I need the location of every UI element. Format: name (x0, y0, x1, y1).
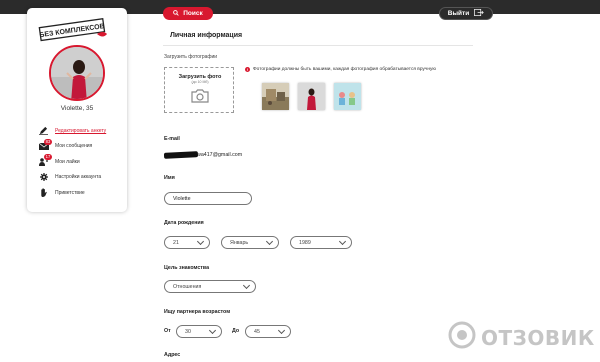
address-label: Адрес (164, 352, 181, 358)
upload-box-subtitle: (до 10 Мб) (191, 80, 209, 84)
sidebar-item-likes[interactable]: 17 Мои лайки (38, 154, 126, 170)
profile-name: Violette, 35 (60, 105, 94, 112)
sidebar-item-label: Мои лайки (55, 158, 80, 165)
search-label: Поиск (183, 10, 203, 17)
birth-date-label: Дата рождения (164, 220, 204, 226)
birth-month-value: Январь (230, 239, 249, 246)
sidebar-item-label: Мои сообщения (55, 143, 93, 150)
age-from-value: 30 (185, 328, 191, 335)
chevron-down-icon (277, 326, 286, 334)
birth-year-select[interactable]: 1989 (290, 236, 352, 249)
watermark: ОТЗОВИК (447, 320, 595, 355)
chevron-down-icon (208, 326, 217, 334)
email-redaction (163, 151, 199, 159)
chevron-down-icon (338, 237, 347, 245)
upload-photo-box[interactable]: Загрузить фото (до 10 Мб) (164, 67, 234, 113)
dating-goal-select[interactable]: Отношения (164, 280, 256, 293)
like-icon: 17 (38, 154, 52, 166)
likes-badge: 17 (44, 154, 52, 161)
otzovik-logo-icon (447, 320, 477, 355)
section-divider (163, 45, 473, 46)
upload-photos-label: Загрузить фотографии (164, 54, 218, 60)
envelope-icon: 83 (38, 138, 52, 151)
photo-thumbnail[interactable] (262, 83, 289, 110)
age-from-select[interactable]: 30 (176, 325, 222, 338)
sidebar-menu: Редактировать анкету 83 Мои сообщения 17… (38, 123, 126, 201)
age-to-label: До (232, 328, 240, 334)
photo-note-text: Фотографии должны быть вашими, каждая фо… (253, 67, 436, 72)
pencil-icon (38, 126, 49, 136)
birth-day-select[interactable]: 21 (164, 236, 210, 249)
search-button[interactable]: Поиск (163, 7, 213, 20)
photo-note: ! Фотографии должны быть вашими, каждая … (245, 67, 436, 72)
gear-icon (38, 173, 49, 182)
section-title: Личная информация (170, 32, 243, 39)
camera-icon (191, 89, 209, 108)
messages-badge: 83 (44, 138, 52, 145)
photo-thumbnail[interactable] (334, 83, 361, 110)
partner-age-label: Ищу партнера возрастом (164, 309, 231, 315)
sidebar-item-greeting[interactable]: Приветствие (38, 185, 126, 201)
sidebar-item-messages[interactable]: 83 Мои сообщения (38, 138, 126, 155)
birth-day-value: 21 (173, 239, 179, 246)
profile-sidebar: БЕЗ КОМПЛЕКСОВ Violette, 35 Редактироват… (27, 8, 127, 212)
chevron-down-icon (196, 237, 205, 245)
age-from-label: От (164, 328, 171, 334)
age-to-select[interactable]: 45 (245, 325, 291, 338)
search-icon (173, 9, 179, 18)
watermark-text: ОТЗОВИК (481, 325, 595, 350)
warning-icon: ! (245, 67, 250, 72)
hand-icon (38, 188, 49, 198)
dating-goal-value: Отношения (173, 283, 202, 290)
logout-icon (474, 9, 484, 18)
name-input[interactable]: Violette (164, 192, 252, 205)
photo-thumbnail[interactable] (298, 83, 325, 110)
logout-label: Выйти (447, 10, 470, 17)
sidebar-item-label: Настройки аккаунта (55, 174, 102, 181)
email-value: wa417@gmail.com (197, 152, 243, 158)
age-to-value: 45 (254, 328, 260, 335)
site-logo[interactable]: БЕЗ КОМПЛЕКСОВ (37, 18, 109, 42)
dating-goal-label: Цель знакомства (164, 265, 210, 271)
avatar[interactable] (49, 45, 105, 101)
birth-year-value: 1989 (299, 239, 311, 246)
email-label: E-mail (164, 136, 180, 142)
sidebar-item-edit-profile[interactable]: Редактировать анкету (38, 123, 126, 139)
chevron-down-icon (242, 281, 251, 289)
logout-button[interactable]: Выйти (439, 7, 493, 20)
sidebar-item-label: Приветствие (55, 189, 85, 196)
chevron-down-icon (265, 237, 274, 245)
sidebar-item-settings[interactable]: Настройки аккаунта (38, 170, 126, 186)
name-label: Имя (164, 175, 175, 181)
sidebar-item-label: Редактировать анкету (55, 127, 107, 134)
birth-month-select[interactable]: Январь (221, 236, 279, 249)
